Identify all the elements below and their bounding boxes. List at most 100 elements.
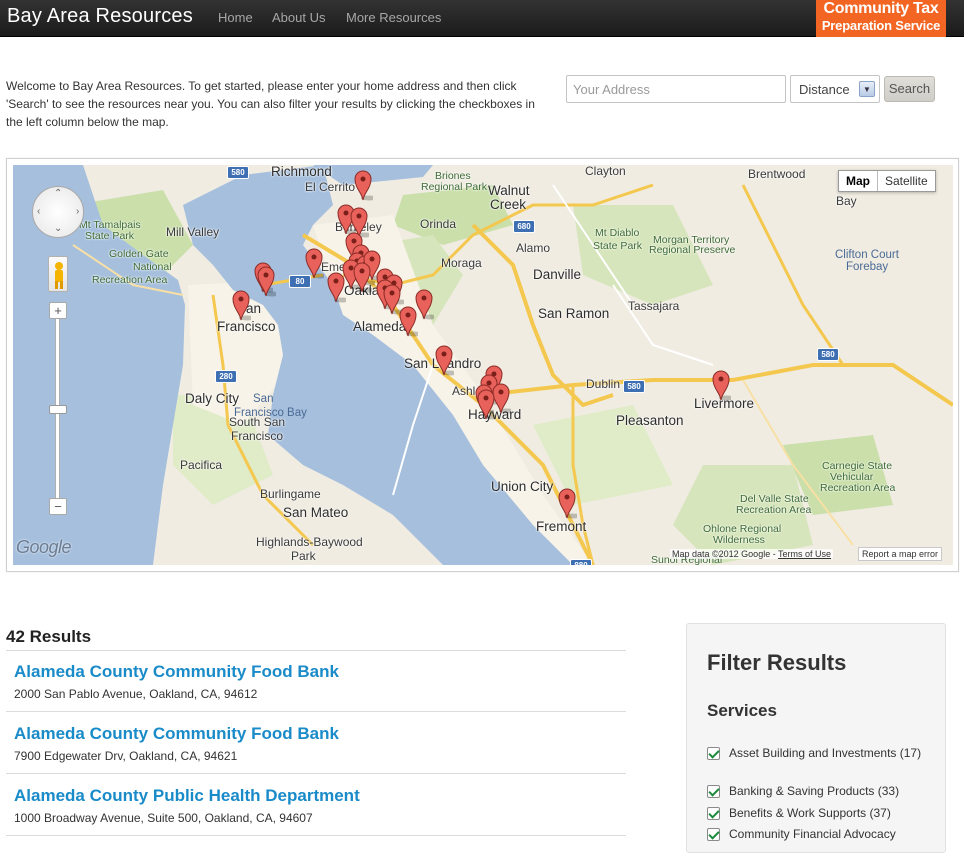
park-label-golden-gate-1: Golden Gate	[109, 248, 169, 260]
highway-shield-580-east: 580	[817, 348, 839, 361]
place-label-tassajara: Tassajara	[628, 299, 680, 313]
pan-left-icon[interactable]: ‹	[37, 206, 40, 217]
highway-shield-880: 880	[570, 559, 592, 565]
map-pin-icon[interactable]	[256, 265, 280, 297]
community-tax-logo[interactable]: Community Tax Preparation Service	[816, 0, 946, 37]
google-map[interactable]: Richmond El Cerrito Berkeley Eme Oakland…	[13, 165, 953, 565]
water-label-clifton-2: Forebay	[846, 261, 889, 273]
distance-select[interactable]: Distance ▼	[790, 75, 880, 103]
filter-item-label: Asset Building and Investments (17)	[729, 746, 922, 760]
checkbox[interactable]	[707, 747, 720, 760]
terms-of-use-link[interactable]: Terms of Use	[778, 549, 831, 559]
pan-control[interactable]: ⌃ ⌄ ‹ ›	[32, 186, 84, 238]
map-pin-icon[interactable]	[434, 344, 458, 376]
map-pin-icon[interactable]	[304, 247, 328, 279]
results-count: 42 Results	[6, 627, 92, 646]
place-label-dublin: Dublin	[586, 377, 621, 391]
map-pin-icon[interactable]	[231, 289, 255, 321]
result-address: 1000 Broadway Avenue, Suite 500, Oakland…	[14, 811, 313, 825]
map-pin-icon[interactable]	[353, 169, 377, 201]
water-label-sf-bay-2: Francisco Bay	[234, 407, 307, 419]
place-label-danville: Danville	[533, 267, 582, 282]
place-label-san-francisco-2: Francisco	[217, 319, 276, 334]
nav-link-home[interactable]: Home	[218, 10, 253, 25]
filter-panel: Filter Results Services Asset Building a…	[686, 623, 946, 853]
map-pin-icon[interactable]	[711, 369, 735, 401]
result-title[interactable]: Alameda County Community Food Bank	[14, 662, 339, 682]
google-logo[interactable]: Google	[16, 537, 72, 558]
highway-shield-280: 280	[215, 370, 237, 383]
zoom-slider-handle[interactable]	[49, 405, 67, 414]
services-heading: Services	[707, 701, 777, 720]
divider	[6, 711, 626, 712]
top-navbar: Bay Area Resources Home About Us More Re…	[0, 0, 964, 37]
result-title[interactable]: Alameda County Community Food Bank	[14, 724, 339, 744]
map-attribution-text: Map data ©2012 Google -	[672, 549, 779, 559]
report-map-error-link[interactable]: Report a map error	[858, 547, 943, 561]
map-base-layer	[13, 165, 953, 565]
park-label-golden-gate-3: Recreation Area	[92, 274, 168, 286]
highway-shield-680: 680	[513, 220, 535, 233]
map-pin-icon[interactable]	[352, 261, 376, 293]
place-label-byron: Bay	[836, 194, 857, 208]
pan-right-icon[interactable]: ›	[76, 206, 79, 217]
park-label-del-valle-2: Recreation Area	[736, 504, 812, 516]
search-button[interactable]: Search	[884, 76, 935, 102]
divider	[6, 835, 626, 836]
place-label-fremont: Fremont	[536, 519, 587, 534]
highway-shield-580: 580	[227, 166, 249, 179]
place-label-daly-city: Daly City	[185, 391, 240, 406]
chevron-down-icon[interactable]: ▼	[859, 81, 875, 97]
park-label-carnegie-3: Recreation Area	[820, 482, 896, 494]
place-label-san-mateo: San Mateo	[283, 505, 349, 520]
checkbox[interactable]	[707, 828, 720, 841]
park-label-mt-diablo-2: State Park	[593, 240, 643, 252]
place-label-clayton: Clayton	[585, 165, 626, 178]
map-type-map-button[interactable]: Map	[839, 171, 878, 191]
pan-down-icon[interactable]: ⌄	[54, 223, 62, 234]
place-label-pacifica: Pacifica	[180, 458, 223, 472]
map-pin-icon[interactable]	[398, 305, 422, 337]
place-label-el-cerrito: El Cerrito	[305, 180, 356, 194]
brand-title[interactable]: Bay Area Resources	[7, 5, 193, 28]
divider	[6, 650, 626, 651]
checkbox[interactable]	[707, 785, 720, 798]
logo-line-1: Community Tax	[823, 0, 939, 17]
place-label-alamo: Alamo	[516, 241, 551, 255]
welcome-text: Welcome to Bay Area Resources. To get st…	[6, 79, 535, 129]
nav-link-more-resources[interactable]: More Resources	[346, 10, 441, 25]
filter-item-label: Benefits & Work Supports (37)	[729, 806, 891, 820]
place-label-mill-valley: Mill Valley	[166, 225, 220, 239]
place-label-south-sf-2: Francisco	[231, 429, 284, 443]
checkbox[interactable]	[707, 807, 720, 820]
place-label-highlands-2: Park	[291, 549, 316, 563]
place-label-walnut-creek-2: Creek	[490, 197, 527, 212]
pan-up-icon[interactable]: ⌃	[54, 188, 62, 199]
divider	[6, 773, 626, 774]
map-pin-icon[interactable]	[557, 487, 581, 519]
park-label-ohlone-2: Wilderness	[713, 534, 765, 546]
address-input[interactable]	[566, 75, 786, 103]
map-pin-icon[interactable]	[476, 388, 500, 420]
place-label-pleasanton: Pleasanton	[616, 413, 684, 428]
street-view-pegman-icon[interactable]	[48, 256, 68, 292]
highway-shield-580-dublin: 580	[623, 380, 645, 393]
filter-title: Filter Results	[707, 650, 847, 675]
water-label-sf-bay-1: San	[253, 393, 274, 405]
zoom-out-button[interactable]: −	[49, 498, 67, 515]
logo-line-2: Preparation Service	[821, 18, 941, 33]
map-type-satellite-button[interactable]: Satellite	[878, 171, 935, 191]
filter-item-label: Banking & Saving Products (33)	[729, 784, 900, 798]
zoom-in-button[interactable]: +	[49, 302, 67, 319]
park-label-mt-tam-2: State Park	[85, 230, 135, 242]
park-label-briones-2: Regional Park	[421, 181, 487, 193]
map-attribution: Map data ©2012 Google - Terms of Use	[670, 549, 834, 559]
result-address: 7900 Edgewater Drv, Oakland, CA, 94621	[14, 749, 238, 763]
place-label-burlingame: Burlingame	[260, 487, 321, 501]
park-label-golden-gate-2: National	[133, 261, 172, 273]
place-label-orinda: Orinda	[420, 217, 457, 231]
nav-link-about-us[interactable]: About Us	[272, 10, 325, 25]
place-label-richmond: Richmond	[271, 165, 332, 179]
park-label-mt-diablo-1: Mt Diablo	[595, 227, 640, 239]
result-title[interactable]: Alameda County Public Health Department	[14, 786, 360, 806]
